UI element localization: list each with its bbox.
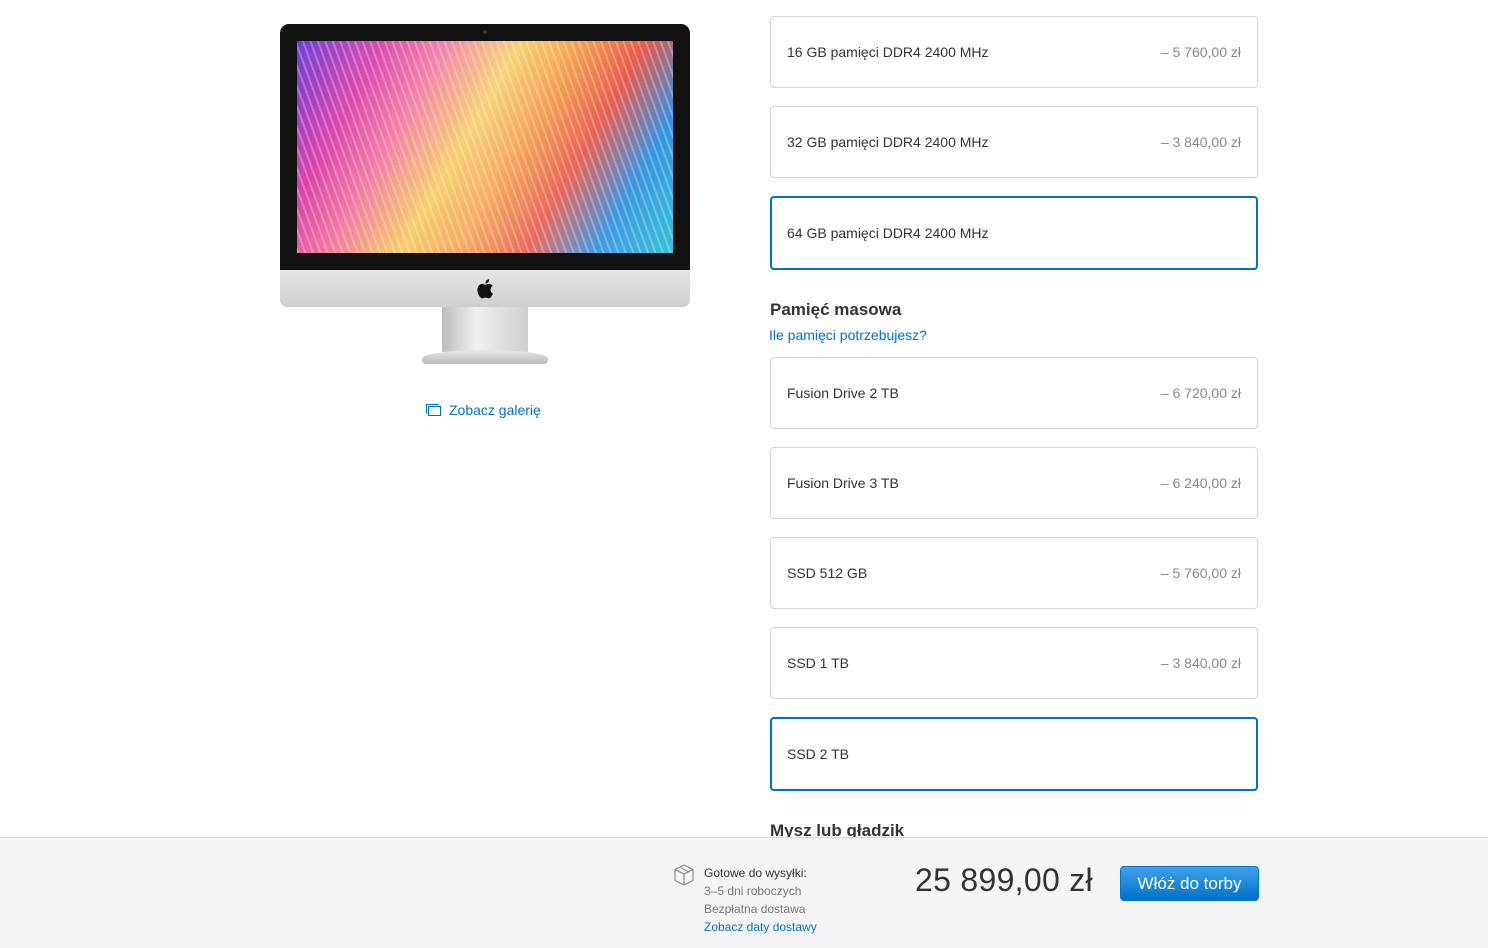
shipping-title: Gotowe do wysyłki: <box>704 866 807 880</box>
option-price: – 5 760,00 zł <box>1160 565 1241 581</box>
storage-option-ssd-2tb[interactable]: SSD 2 TB <box>770 717 1258 791</box>
storage-option-ssd-1tb[interactable]: SSD 1 TB – 3 840,00 zł <box>770 627 1258 699</box>
option-price: – 6 720,00 zł <box>1160 385 1241 401</box>
shipping-cost: Bezpłatna dostawa <box>704 902 806 916</box>
option-name: 32 GB pamięci DDR4 2400 MHz <box>787 134 989 150</box>
storage-option-fusion-3tb[interactable]: Fusion Drive 3 TB – 6 240,00 zł <box>770 447 1258 519</box>
storage-option-fusion-2tb[interactable]: Fusion Drive 2 TB – 6 720,00 zł <box>770 357 1258 429</box>
storage-section-title: Pamięć masowa <box>770 300 902 319</box>
shipping-time: 3–5 dni roboczych <box>704 884 802 898</box>
option-name: Fusion Drive 2 TB <box>787 385 899 401</box>
memory-option-16gb[interactable]: 16 GB pamięci DDR4 2400 MHz – 5 760,00 z… <box>770 16 1258 88</box>
delivery-dates-link[interactable]: Zobacz daty dostawy <box>704 918 817 936</box>
imac-product-image <box>280 24 690 366</box>
storage-help-link[interactable]: Ile pamięci potrzebujesz? <box>769 327 927 343</box>
summary-bar: Gotowe do wysyłki: 3–5 dni roboczych Bez… <box>0 837 1488 948</box>
camera-dot <box>483 30 487 34</box>
option-name: 64 GB pamięci DDR4 2400 MHz <box>787 225 989 241</box>
shipping-info: Gotowe do wysyłki: 3–5 dni roboczych Bez… <box>704 864 817 936</box>
memory-option-32gb[interactable]: 32 GB pamięci DDR4 2400 MHz – 3 840,00 z… <box>770 106 1258 178</box>
storage-option-ssd-512gb[interactable]: SSD 512 GB – 5 760,00 zł <box>770 537 1258 609</box>
option-price: – 3 840,00 zł <box>1160 655 1241 671</box>
option-price: – 6 240,00 zł <box>1160 475 1241 491</box>
imac-display-bezel <box>280 24 690 270</box>
add-to-bag-button[interactable]: Włóż do torby <box>1120 866 1259 901</box>
gallery-icon <box>426 404 441 416</box>
memory-option-64gb[interactable]: 64 GB pamięci DDR4 2400 MHz <box>770 196 1258 270</box>
option-price: – 3 840,00 zł <box>1160 134 1241 150</box>
view-gallery-label: Zobacz galerię <box>449 402 541 418</box>
option-name: 16 GB pamięci DDR4 2400 MHz <box>787 44 989 60</box>
package-box-icon <box>674 864 694 886</box>
total-price: 25 899,00 zł <box>915 862 1093 898</box>
option-name: Fusion Drive 3 TB <box>787 475 899 491</box>
product-image-area <box>280 24 690 366</box>
imac-stand-foot <box>422 350 548 364</box>
imac-stand-neck <box>442 307 528 352</box>
option-name: SSD 1 TB <box>787 655 849 671</box>
option-name: SSD 2 TB <box>787 746 849 762</box>
option-price: – 5 760,00 zł <box>1160 44 1241 60</box>
view-gallery-link[interactable]: Zobacz galerię <box>425 402 541 418</box>
apple-logo-icon <box>477 279 493 299</box>
imac-screen-wallpaper <box>297 41 673 253</box>
option-name: SSD 512 GB <box>787 565 868 581</box>
